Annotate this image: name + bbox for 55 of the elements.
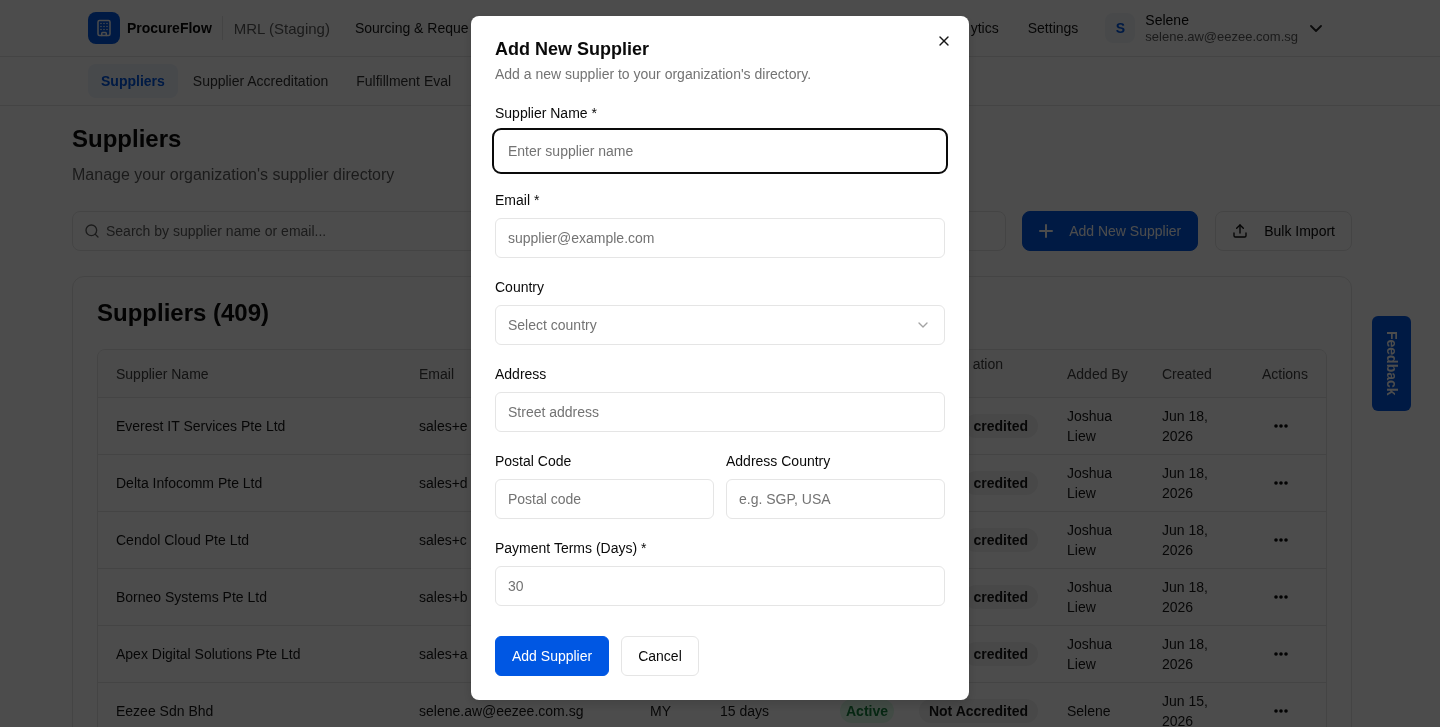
field-label: Address Country — [726, 452, 832, 471]
table-cell-text: Cendol Cloud Pte Ltd — [116, 531, 250, 550]
nav-link[interactable]: ytics — [970, 20, 999, 36]
field-label: Country — [495, 278, 546, 297]
table-cell-text: Joshua Liew — [1067, 635, 1114, 674]
table-cell-text: Borneo Systems Pte Ltd — [116, 588, 267, 607]
card-title: Suppliers (409) — [97, 301, 270, 325]
table-cell-text: Jun 18, 2026 — [1162, 635, 1209, 674]
select-field[interactable]: Select country — [495, 305, 945, 345]
column-header: Actions — [1262, 364, 1308, 384]
table-cell-text: MY — [650, 702, 671, 721]
table-cell-text: selene.aw@eezee.com.sg — [419, 702, 584, 721]
table-cell-text: sales+c — [419, 531, 467, 550]
field-label: Address — [495, 365, 548, 384]
table-cell-text: sales+d — [419, 474, 468, 493]
dialog-description: Add a new supplier to your organization's directory. — [495, 65, 813, 84]
column-header: Added By — [1067, 364, 1128, 384]
table-cell-text: sales+e — [419, 417, 468, 436]
cancel-button[interactable]: Cancel — [621, 636, 699, 676]
sub-nav-tab[interactable]: Fulfillment Eval — [343, 64, 465, 98]
field-label: Email * — [495, 191, 541, 210]
table-cell-text: Jun 18, 2026 — [1162, 407, 1209, 446]
table-cell-text: sales+a — [419, 645, 468, 664]
user-name: Selene — [1145, 11, 1190, 29]
table-cell-text: Everest IT Services Pte Ltd — [116, 417, 286, 436]
table-cell-text: Jun 15, 2026 — [1162, 692, 1209, 727]
app-name: ProcureFlow — [127, 20, 212, 36]
table-cell-text: Joshua Liew — [1067, 578, 1114, 617]
table-cell-text: Joshua Liew — [1067, 464, 1114, 503]
table-cell-text: Eezee Sdn Bhd — [116, 702, 214, 721]
column-header: Email — [419, 364, 454, 384]
select-placeholder: Select country — [508, 317, 597, 333]
column-header: ation — [972, 354, 1003, 374]
input-field[interactable]: Enter supplier name — [492, 128, 948, 174]
column-header: Created — [1162, 364, 1212, 384]
page-title: Suppliers — [72, 124, 182, 154]
table-cell-text: sales+b — [419, 588, 468, 607]
dialog-title: Add New Supplier — [495, 40, 650, 58]
table-cell-text: Jun 18, 2026 — [1162, 521, 1209, 560]
column-header: Supplier Name — [116, 364, 209, 384]
field-label: Supplier Name * — [495, 104, 598, 123]
table-cell-text: Jun 18, 2026 — [1162, 464, 1209, 503]
nav-link[interactable]: Settings — [1027, 20, 1079, 36]
table-cell-text: Selene — [1067, 702, 1111, 721]
table-cell-text: Joshua Liew — [1067, 407, 1114, 446]
sub-nav-tab[interactable]: Supplier Accreditation — [179, 64, 342, 98]
add-supplier-button[interactable]: Add Supplier — [495, 636, 610, 676]
table-cell-text: Jun 18, 2026 — [1162, 578, 1209, 617]
nav-link[interactable]: Sourcing & Reque — [354, 20, 469, 36]
field-label: Postal Code — [495, 452, 573, 471]
table-cell-text: 15 days — [720, 702, 770, 721]
table-cell-text: Apex Digital Solutions Pte Ltd — [116, 645, 301, 664]
field-label: Payment Terms (Days) * — [495, 539, 648, 558]
table-cell-text: Joshua Liew — [1067, 521, 1114, 560]
table-cell-text: Delta Infocomm Pte Ltd — [116, 474, 263, 493]
